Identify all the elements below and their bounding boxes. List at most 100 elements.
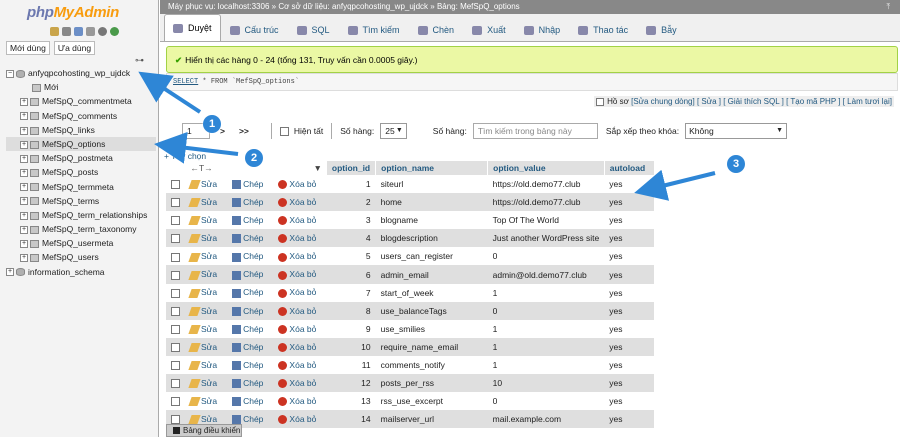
edit-row-button[interactable]: Sửa xyxy=(188,414,217,425)
cell-autoload[interactable]: yes xyxy=(604,211,655,230)
help-icon[interactable] xyxy=(86,27,95,36)
edit-row-button[interactable]: Sửa xyxy=(188,360,217,371)
column-header-option_name[interactable]: option_name xyxy=(375,161,489,175)
cell-option-value[interactable]: 1 xyxy=(487,355,605,375)
reload-icon[interactable] xyxy=(110,27,119,36)
cell-option-name[interactable]: posts_per_rss xyxy=(375,374,488,393)
sidebar-item-table[interactable]: + MefSpQ_postmeta xyxy=(6,151,156,165)
cell-autoload[interactable]: yes xyxy=(604,355,655,375)
edit-inline-link[interactable]: [Sửa chung dòng] xyxy=(631,97,695,106)
row-checkbox[interactable] xyxy=(171,216,180,226)
phpmyadmin-logo[interactable]: phpMyAdmin xyxy=(27,4,119,21)
delete-row-button[interactable]: Xóa bỏ xyxy=(278,179,316,190)
cell-option-name[interactable]: blogdescription xyxy=(375,229,488,248)
cell-autoload[interactable]: yes xyxy=(604,229,655,248)
expand-icon[interactable]: + xyxy=(20,112,28,121)
expand-icon[interactable]: + xyxy=(20,98,28,107)
refresh-link[interactable]: [ Làm tươi lại] xyxy=(843,97,892,106)
row-checkbox[interactable] xyxy=(171,252,180,262)
copy-row-button[interactable]: Chép xyxy=(232,197,263,208)
delete-row-button[interactable]: Xóa bỏ xyxy=(278,233,316,244)
cell-option-name[interactable]: require_name_email xyxy=(375,337,488,356)
cell-option-id[interactable]: 6 xyxy=(326,265,376,284)
cell-option-name[interactable]: mailserver_url xyxy=(375,410,488,429)
cell-option-value[interactable]: 0 xyxy=(487,392,605,411)
delete-row-button[interactable]: Xóa bỏ xyxy=(278,360,316,371)
tab-0[interactable]: Duyệt xyxy=(164,14,221,41)
delete-row-button[interactable]: Xóa bỏ xyxy=(278,324,316,334)
column-header-autoload[interactable]: autoload xyxy=(604,161,655,175)
copy-row-button[interactable]: Chép xyxy=(232,251,263,262)
sidebar-item-table[interactable]: + MefSpQ_terms xyxy=(6,194,156,208)
cell-option-name[interactable]: blogname xyxy=(375,211,488,230)
expand-icon[interactable]: + xyxy=(20,197,28,206)
cell-option-name[interactable]: comments_notify xyxy=(375,355,488,375)
collapse-icon[interactable]: ⤒ xyxy=(886,0,890,14)
cell-option-value[interactable]: 1 xyxy=(487,283,605,302)
cell-autoload[interactable]: yes xyxy=(604,337,655,356)
php-code-link[interactable]: [ Tạo mã PHP ] xyxy=(786,97,840,106)
expand-icon[interactable]: + xyxy=(20,240,28,248)
copy-row-button[interactable]: Chép xyxy=(232,269,263,280)
tree-database[interactable]: + information_schema xyxy=(6,265,156,279)
options-link[interactable]: + Tùy chọn xyxy=(164,151,206,161)
tab-6[interactable]: Nhập xyxy=(515,17,570,41)
edit-row-button[interactable]: Sửa xyxy=(188,342,217,353)
cell-option-name[interactable]: admin_email xyxy=(375,265,488,284)
sidebar-item-table[interactable]: + MefSpQ_termmeta xyxy=(6,180,156,194)
expand-icon[interactable]: + xyxy=(20,140,28,149)
cell-option-id[interactable]: 8 xyxy=(326,301,376,320)
exit-icon[interactable] xyxy=(62,27,71,36)
edit-row-button[interactable]: Sửa xyxy=(188,396,217,407)
sidebar-item-table[interactable]: + MefSpQ_posts xyxy=(6,165,156,179)
tab-2[interactable]: SQL xyxy=(288,17,339,41)
row-checkbox[interactable] xyxy=(171,343,180,353)
copy-row-button[interactable]: Chép xyxy=(232,414,263,425)
row-checkbox[interactable] xyxy=(171,234,180,244)
row-checkbox[interactable] xyxy=(171,288,180,298)
copy-row-button[interactable]: Chép xyxy=(232,324,263,334)
expand-icon[interactable]: + xyxy=(20,254,28,263)
sidebar-item-table[interactable]: + MefSpQ_users xyxy=(6,250,156,264)
edit-row-button[interactable]: Sửa xyxy=(188,287,217,298)
delete-row-button[interactable]: Xóa bỏ xyxy=(278,215,316,226)
cell-autoload[interactable]: yes xyxy=(604,193,655,212)
edit-row-button[interactable]: Sửa xyxy=(188,251,217,262)
delete-row-button[interactable]: Xóa bỏ xyxy=(278,306,316,316)
edit-row-button[interactable]: Sửa xyxy=(188,197,217,208)
copy-row-button[interactable]: Chép xyxy=(232,342,263,353)
home-icon[interactable] xyxy=(50,27,59,36)
cell-autoload[interactable]: yes xyxy=(604,265,655,284)
copy-row-button[interactable]: Chép xyxy=(232,306,263,316)
sidebar-item-table[interactable]: + MefSpQ_commentmeta xyxy=(6,94,156,108)
delete-row-button[interactable]: Xóa bỏ xyxy=(278,342,316,353)
cell-option-value[interactable]: 1 xyxy=(487,319,605,338)
cell-option-id[interactable]: 11 xyxy=(326,355,376,375)
cell-autoload[interactable]: yes xyxy=(604,175,655,194)
cell-option-value[interactable]: 1 xyxy=(487,337,605,356)
cell-option-value[interactable]: mail.example.com xyxy=(487,410,605,429)
sidebar-item-table[interactable]: + MefSpQ_links xyxy=(6,123,156,137)
tab-4[interactable]: Chèn xyxy=(409,17,464,41)
tab-1[interactable]: Cấu trúc xyxy=(221,17,288,41)
cell-option-value[interactable]: 0 xyxy=(487,301,605,320)
explain-link[interactable]: [ Giải thích SQL ] xyxy=(723,97,784,106)
tab-3[interactable]: Tìm kiếm xyxy=(339,17,409,41)
delete-row-button[interactable]: Xóa bỏ xyxy=(278,396,316,407)
edit-row-button[interactable]: Sửa xyxy=(188,306,217,316)
cell-autoload[interactable]: yes xyxy=(604,410,655,429)
last-page-button[interactable]: >> xyxy=(239,126,249,136)
cell-autoload[interactable]: yes xyxy=(604,247,655,266)
cell-option-id[interactable]: 10 xyxy=(326,337,376,356)
delete-row-button[interactable]: Xóa bỏ xyxy=(278,414,316,425)
tree-new-table[interactable]: Mới xyxy=(6,80,156,94)
cell-option-value[interactable]: Top Of The World xyxy=(487,211,605,230)
cell-option-name[interactable]: users_can_register xyxy=(375,247,488,266)
column-toggle-icon[interactable]: ▼ xyxy=(313,163,321,173)
breadcrumb-server[interactable]: Máy phục vụ: localhost:3306 xyxy=(168,2,269,11)
breadcrumb-database[interactable]: Cơ sở dữ liệu: anfyqpcohosting_wp_ujdck xyxy=(278,2,428,11)
cell-autoload[interactable]: yes xyxy=(604,392,655,411)
tab-8[interactable]: Bẫy xyxy=(637,17,686,41)
copy-row-button[interactable]: Chép xyxy=(232,378,263,389)
expand-icon[interactable]: − xyxy=(6,69,14,78)
